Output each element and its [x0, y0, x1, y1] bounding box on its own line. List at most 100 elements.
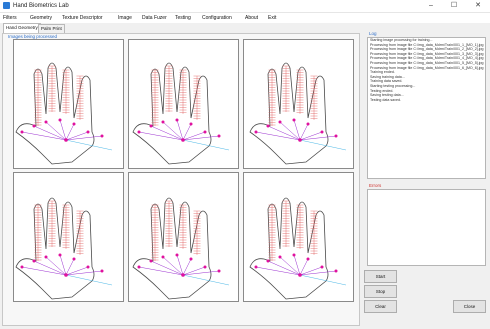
close-window-button[interactable]: ✕	[470, 0, 486, 12]
geometry-line	[21, 131, 67, 141]
landmark-point	[58, 253, 62, 257]
geometry-line	[255, 131, 301, 141]
menu-geometry[interactable]: Geometry	[30, 13, 52, 23]
landmark-point	[32, 124, 36, 128]
landmark-point	[266, 259, 270, 263]
geometry-line	[33, 125, 67, 141]
log-textbox[interactable]: Starting image processing for training..…	[367, 37, 486, 179]
errors-textbox[interactable]	[367, 189, 486, 266]
landmark-point	[100, 269, 104, 273]
log-line: Processing from image file C:\img_data_M…	[370, 60, 484, 65]
hand-image-3	[243, 39, 354, 169]
hand-drawing	[15, 62, 113, 165]
landmark-point	[149, 259, 153, 263]
landmark-point	[292, 118, 296, 122]
landmark-point	[278, 255, 282, 259]
palm-center-point	[181, 273, 185, 277]
landmark-point	[203, 265, 207, 269]
menu-image[interactable]: Image	[118, 13, 132, 23]
app-icon	[3, 2, 10, 9]
menu-filters[interactable]: Filters	[3, 13, 17, 23]
hand-image-4	[13, 172, 124, 302]
hand-drawing	[249, 62, 347, 165]
tab-strip: Hand Geometry Palm Print	[0, 23, 490, 33]
menu-data-fuzer[interactable]: Data Fuzer	[142, 13, 167, 23]
window-title: Hand Biometrics Lab	[13, 3, 69, 9]
landmark-point	[137, 265, 141, 269]
title-bar: Hand Biometrics Lab – ☐ ✕	[0, 0, 490, 13]
landmark-point	[320, 130, 324, 134]
landmark-point	[72, 122, 76, 126]
hand-image-5	[128, 172, 239, 302]
landmark-point	[20, 265, 24, 269]
landmark-point	[32, 259, 36, 263]
landmark-point	[189, 257, 193, 261]
landmark-point	[278, 120, 282, 124]
landmark-point	[334, 269, 338, 273]
menu-exit[interactable]: Exit	[268, 13, 276, 23]
palm-center-point	[64, 138, 68, 142]
landmark-point	[254, 265, 258, 269]
clear-button[interactable]: Clear	[364, 300, 397, 313]
menu-about[interactable]: About	[245, 13, 258, 23]
hand-drawing	[132, 197, 230, 300]
landmark-point	[203, 130, 207, 134]
close-button[interactable]: Close	[453, 300, 486, 313]
geometry-line	[21, 266, 67, 276]
landmark-point	[306, 122, 310, 126]
landmark-point	[266, 124, 270, 128]
log-line: Testing data saved.	[370, 97, 401, 102]
landmark-point	[20, 130, 24, 134]
geometry-line	[279, 256, 301, 276]
geometry-line	[33, 260, 67, 276]
landmark-point	[161, 120, 165, 124]
landmark-point	[137, 130, 141, 134]
landmark-point	[334, 134, 338, 138]
geometry-line	[138, 131, 184, 141]
hand-drawing	[132, 62, 230, 165]
landmark-point	[44, 120, 48, 124]
landmark-point	[161, 255, 165, 259]
geometry-line	[162, 121, 184, 141]
landmark-point	[175, 253, 179, 257]
landmark-point	[320, 265, 324, 269]
palm-center-point	[181, 138, 185, 142]
landmark-point	[58, 118, 62, 122]
menu-configuration[interactable]: Configuration	[202, 13, 232, 23]
start-button[interactable]: Start	[364, 270, 397, 283]
geometry-line	[162, 256, 184, 276]
hand-drawing	[15, 197, 113, 300]
geometry-line	[150, 260, 184, 276]
palm-center-point	[64, 273, 68, 277]
landmark-point	[149, 124, 153, 128]
hand-image-1	[13, 39, 124, 169]
hand-image-2	[128, 39, 239, 169]
menu-testing[interactable]: Testing	[175, 13, 191, 23]
landmark-point	[72, 257, 76, 261]
menu-bar: Filters Geometry Texture Descriptor Imag…	[0, 13, 490, 23]
tab-palm-print[interactable]: Palm Print	[38, 24, 65, 33]
geometry-line	[255, 266, 301, 276]
landmark-point	[306, 257, 310, 261]
maximize-button[interactable]: ☐	[446, 0, 462, 12]
landmark-point	[86, 130, 90, 134]
landmark-point	[217, 269, 221, 273]
hand-drawing	[249, 197, 347, 300]
hand-image-6	[243, 172, 354, 302]
landmark-point	[100, 134, 104, 138]
landmark-point	[254, 130, 258, 134]
tab-hand-geometry[interactable]: Hand Geometry	[3, 23, 41, 33]
landmark-point	[189, 122, 193, 126]
geometry-line	[267, 125, 301, 141]
landmark-point	[292, 253, 296, 257]
geometry-line	[45, 121, 67, 141]
stop-button[interactable]: Stop	[364, 285, 397, 298]
landmark-point	[217, 134, 221, 138]
minimize-button[interactable]: –	[423, 0, 439, 12]
geometry-line	[279, 121, 301, 141]
menu-texture-descriptor[interactable]: Texture Descriptor	[62, 13, 103, 23]
palm-center-point	[298, 273, 302, 277]
geometry-line	[267, 260, 301, 276]
geometry-line	[138, 266, 184, 276]
landmark-point	[44, 255, 48, 259]
